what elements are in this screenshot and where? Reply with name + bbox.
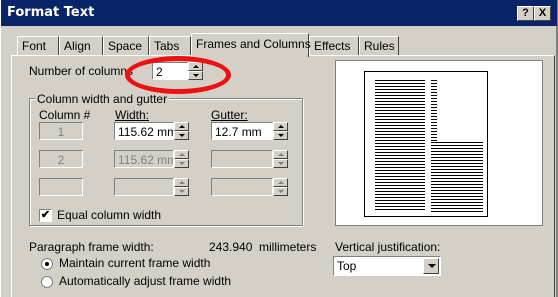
format-text-dialog: Format Text ? X Font Align Space Tabs Fr…: [0, 0, 558, 297]
preview-column-1: [375, 80, 425, 212]
spin-down-icon[interactable]: [174, 131, 189, 140]
vertical-justification-value: Top: [337, 259, 357, 273]
spin-up-icon: [174, 178, 189, 187]
spin-down-icon[interactable]: [273, 131, 288, 140]
checkmark-icon: ✔: [40, 209, 51, 221]
tab-rules[interactable]: Rules: [359, 36, 399, 56]
tab-space[interactable]: Space: [103, 36, 149, 56]
spin-up-icon: [273, 178, 288, 187]
preview-page: [364, 71, 488, 217]
column-3-gutter-spinner: [273, 178, 288, 196]
title-bar: Format Text ? X: [1, 0, 557, 26]
close-button[interactable]: X: [534, 6, 551, 21]
width-header: Width:: [115, 108, 150, 122]
spin-down-icon: [273, 159, 288, 168]
preview-column-2-body: [431, 142, 483, 212]
tab-effects[interactable]: Effects: [309, 36, 359, 56]
auto-adjust-frame-width-label: Automatically adjust frame width: [59, 274, 232, 288]
frame-width-unit: millimeters: [259, 240, 317, 254]
column-width-gutter-label: Column width and gutter: [35, 92, 170, 106]
column-1-width-spinner[interactable]: [174, 122, 189, 140]
column-1-width-input[interactable]: 115.62 mm: [114, 122, 174, 140]
spin-up-icon[interactable]: [273, 122, 288, 131]
tab-frames-and-columns[interactable]: Frames and Columns: [191, 33, 311, 57]
column-number-3: [39, 178, 83, 196]
column-number-header: Column #: [39, 108, 91, 122]
tab-font[interactable]: Font: [17, 36, 59, 56]
column-2-gutter-spinner: [273, 150, 288, 168]
window-title: Format Text: [7, 5, 95, 20]
tab-align[interactable]: Align: [59, 36, 103, 56]
spin-down-icon: [273, 187, 288, 196]
column-1-gutter-input[interactable]: 12.7 mm: [211, 122, 273, 140]
gutter-header: Gutter:: [211, 108, 248, 122]
preview-column-2: [431, 80, 483, 212]
vertical-justification-label: Vertical justification:: [335, 240, 441, 254]
column-2-width-input: 115.62 mm: [114, 150, 174, 168]
spin-down-icon: [174, 159, 189, 168]
spin-down-icon: [174, 187, 189, 196]
maintain-frame-width-radio[interactable]: [41, 258, 53, 270]
column-3-gutter-input: [211, 178, 273, 196]
tab-tabs[interactable]: Tabs: [149, 36, 191, 56]
column-3-width-input: [114, 178, 174, 196]
help-button[interactable]: ?: [517, 6, 534, 21]
red-highlight-ellipse: [125, 56, 231, 94]
vertical-justification-select[interactable]: Top: [333, 256, 441, 276]
column-1-gutter-spinner[interactable]: [273, 122, 288, 140]
column-2-width-spinner: [174, 150, 189, 168]
column-number-2: 2: [39, 150, 83, 168]
maintain-frame-width-label: Maintain current frame width: [59, 256, 211, 270]
equal-column-width-label: Equal column width: [57, 208, 162, 222]
column-2-gutter-input: [211, 150, 273, 168]
frame-width-label: Paragraph frame width:: [29, 240, 154, 254]
column-number-1: 1: [39, 122, 83, 140]
column-3-width-spinner: [174, 178, 189, 196]
frame-width-value: 243.940: [209, 240, 253, 254]
equal-column-width-checkbox[interactable]: ✔: [39, 209, 52, 222]
column-layout-preview: [335, 60, 543, 226]
auto-adjust-frame-width-radio[interactable]: [41, 276, 53, 288]
spin-up-icon: [273, 150, 288, 159]
spin-up-icon: [174, 150, 189, 159]
number-of-columns-label: Number of columns: [29, 64, 134, 78]
preview-column-2-top: [431, 80, 437, 142]
chevron-down-icon[interactable]: [423, 258, 439, 274]
spin-up-icon[interactable]: [174, 122, 189, 131]
